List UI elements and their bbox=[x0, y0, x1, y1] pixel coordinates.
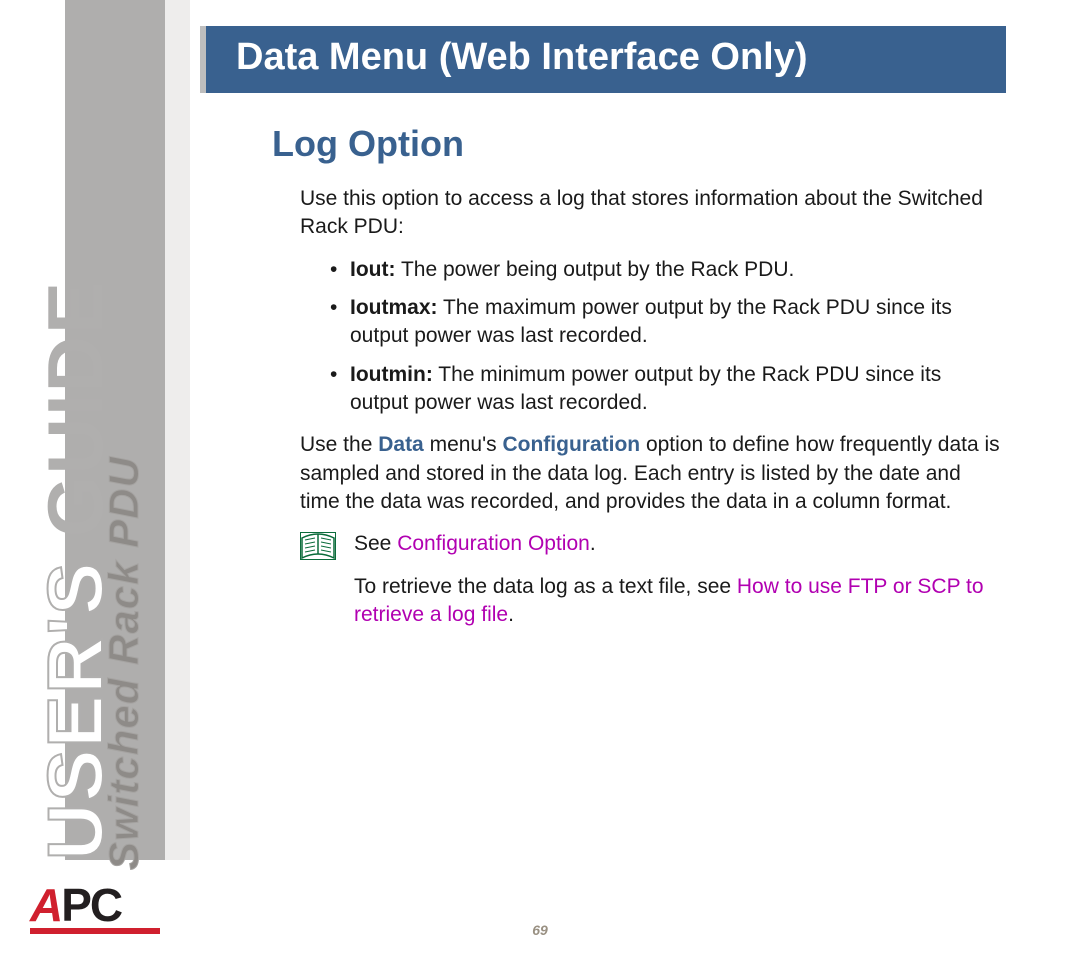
page-content: Data Menu (Web Interface Only) Log Optio… bbox=[200, 26, 1040, 643]
text: Use the bbox=[300, 433, 378, 456]
intro-paragraph: Use this option to access a log that sto… bbox=[300, 185, 1000, 242]
configuration-label: Configuration bbox=[502, 433, 640, 456]
note-text: See Configuration Option. To retrieve th… bbox=[354, 530, 1000, 643]
list-item: Ioutmin: The minimum power output by the… bbox=[330, 361, 1000, 418]
text: menu's bbox=[424, 433, 503, 456]
note-line-1: See Configuration Option. bbox=[354, 530, 1000, 558]
bullet-desc: The minimum power output by the Rack PDU… bbox=[350, 363, 941, 414]
guide-subtitle-vertical: Switched Rack PDU bbox=[100, 456, 148, 870]
config-paragraph: Use the Data menu's Configuration option… bbox=[300, 431, 1000, 516]
bullet-term: Iout: bbox=[350, 258, 395, 281]
text: . bbox=[508, 603, 514, 626]
text: See bbox=[354, 532, 397, 555]
configuration-option-link[interactable]: Configuration Option bbox=[397, 532, 590, 555]
book-icon bbox=[300, 532, 336, 560]
section-heading: Log Option bbox=[272, 123, 1040, 165]
note-block: See Configuration Option. To retrieve th… bbox=[300, 530, 1000, 643]
bullet-term: Ioutmin: bbox=[350, 363, 433, 386]
list-item: Ioutmax: The maximum power output by the… bbox=[330, 294, 1000, 351]
bullet-desc: The power being output by the Rack PDU. bbox=[395, 258, 794, 281]
body-text: Use this option to access a log that sto… bbox=[300, 185, 1000, 643]
bullet-list: Iout: The power being output by the Rack… bbox=[300, 256, 1000, 418]
bullet-desc: The maximum power output by the Rack PDU… bbox=[350, 296, 952, 347]
text: To retrieve the data log as a text file,… bbox=[354, 575, 737, 598]
sidebar-stripe bbox=[165, 0, 190, 860]
sidebar: USER'S GUIDE Switched Rack PDU APC bbox=[0, 0, 190, 966]
bullet-term: Ioutmax: bbox=[350, 296, 438, 319]
list-item: Iout: The power being output by the Rack… bbox=[330, 256, 1000, 284]
note-line-2: To retrieve the data log as a text file,… bbox=[354, 573, 1000, 630]
text: . bbox=[590, 532, 596, 555]
page-title: Data Menu (Web Interface Only) bbox=[200, 26, 1006, 93]
page-number: 69 bbox=[0, 922, 1080, 938]
data-label: Data bbox=[378, 433, 424, 456]
